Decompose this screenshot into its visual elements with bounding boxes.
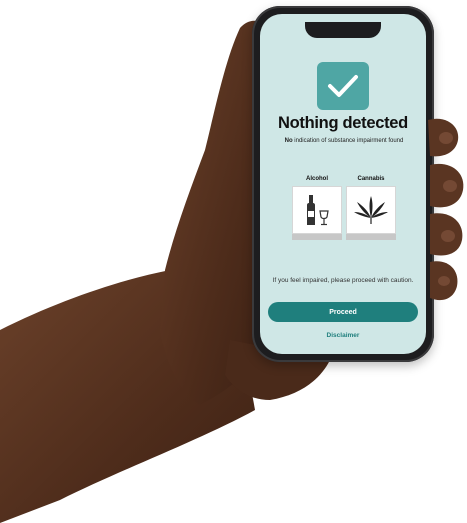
disclaimer-link[interactable]: Disclaimer [260, 332, 426, 339]
phone-screen: Nothing detected No indication of substa… [260, 14, 426, 354]
alcohol-card-base [292, 234, 342, 240]
cannabis-label: Cannabis [357, 176, 385, 182]
cannabis-card-base [346, 234, 396, 240]
result-title: Nothing detected [278, 114, 408, 132]
subtitle-bold: No [284, 138, 293, 144]
alcohol-label: Alcohol [306, 176, 328, 182]
alcohol-bottle-glass-icon [292, 186, 342, 234]
result-subtitle: No indication of substance impairment fo… [264, 138, 424, 144]
subtitle-rest: indication of substance impairment found [292, 138, 404, 144]
photo-stage: Nothing detected No indication of substa… [0, 0, 467, 523]
alcohol-card: Alcohol [292, 176, 342, 240]
checkmark-icon [317, 62, 369, 110]
cannabis-card: Cannabis [346, 176, 396, 240]
smartphone: Nothing detected No indication of substa… [252, 6, 434, 362]
cannabis-leaf-icon [346, 186, 396, 234]
phone-notch [305, 22, 381, 38]
proceed-button[interactable]: Proceed [268, 302, 418, 322]
substance-cards: Alcohol Cannabis [292, 176, 402, 256]
caution-text: If you feel impaired, please proceed wit… [272, 277, 414, 284]
